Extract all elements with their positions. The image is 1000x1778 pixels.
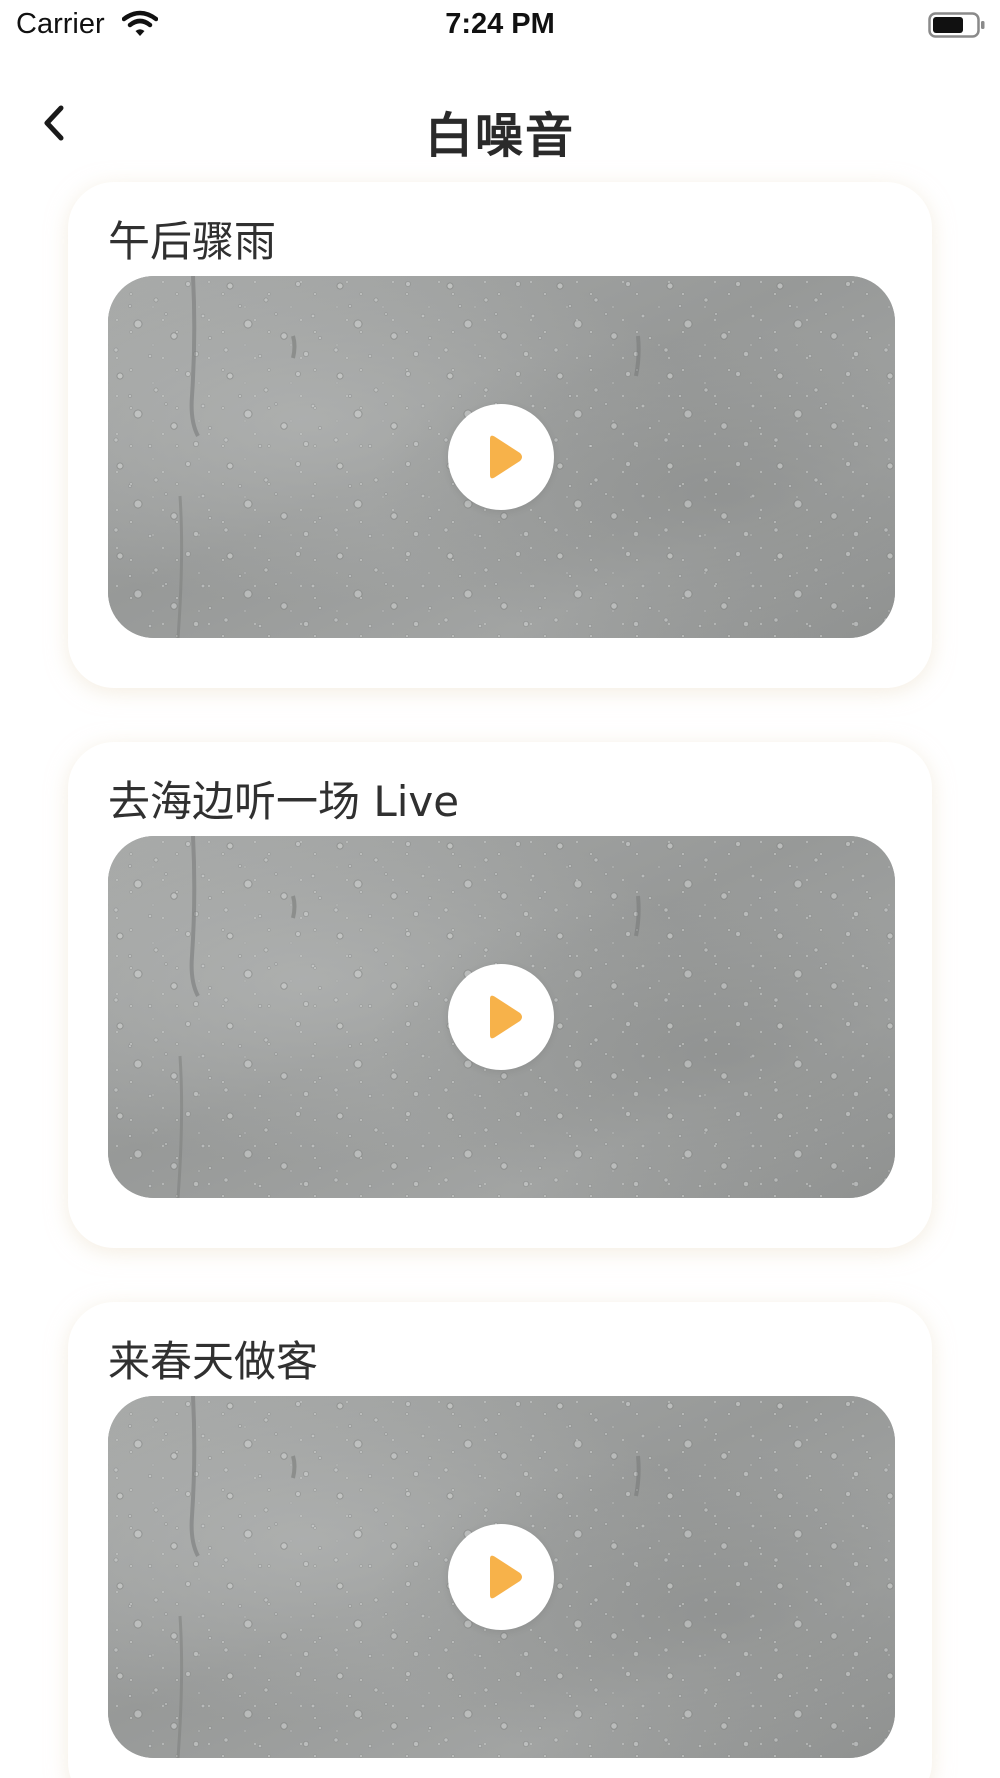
sound-title: 来春天做客 xyxy=(108,1337,319,1386)
play-button[interactable] xyxy=(448,1524,554,1630)
white-noise-screen: Carrier 7:24 PM 白噪音 午后骤雨 去海边听一场 Live 来春天… xyxy=(0,0,1000,1778)
navigation-bar: 白噪音 xyxy=(0,80,1000,172)
rain-window-image[interactable] xyxy=(108,836,895,1198)
sound-card[interactable]: 午后骤雨 xyxy=(68,182,932,688)
status-time: 7:24 PM xyxy=(445,8,555,40)
rain-window-image[interactable] xyxy=(108,1396,895,1758)
page-title: 白噪音 xyxy=(424,108,575,164)
play-icon xyxy=(490,1555,522,1599)
play-button[interactable] xyxy=(448,964,554,1070)
sound-card[interactable]: 来春天做客 xyxy=(68,1302,932,1778)
sound-card[interactable]: 去海边听一场 Live xyxy=(68,742,932,1248)
sound-title: 去海边听一场 Live xyxy=(108,777,460,826)
play-icon xyxy=(490,435,522,479)
play-icon xyxy=(490,995,522,1039)
play-button[interactable] xyxy=(448,404,554,510)
rain-window-image[interactable] xyxy=(108,276,895,638)
status-bar: Carrier 7:24 PM xyxy=(0,0,1000,52)
battery-icon xyxy=(928,12,985,38)
sound-title: 午后骤雨 xyxy=(108,217,277,266)
